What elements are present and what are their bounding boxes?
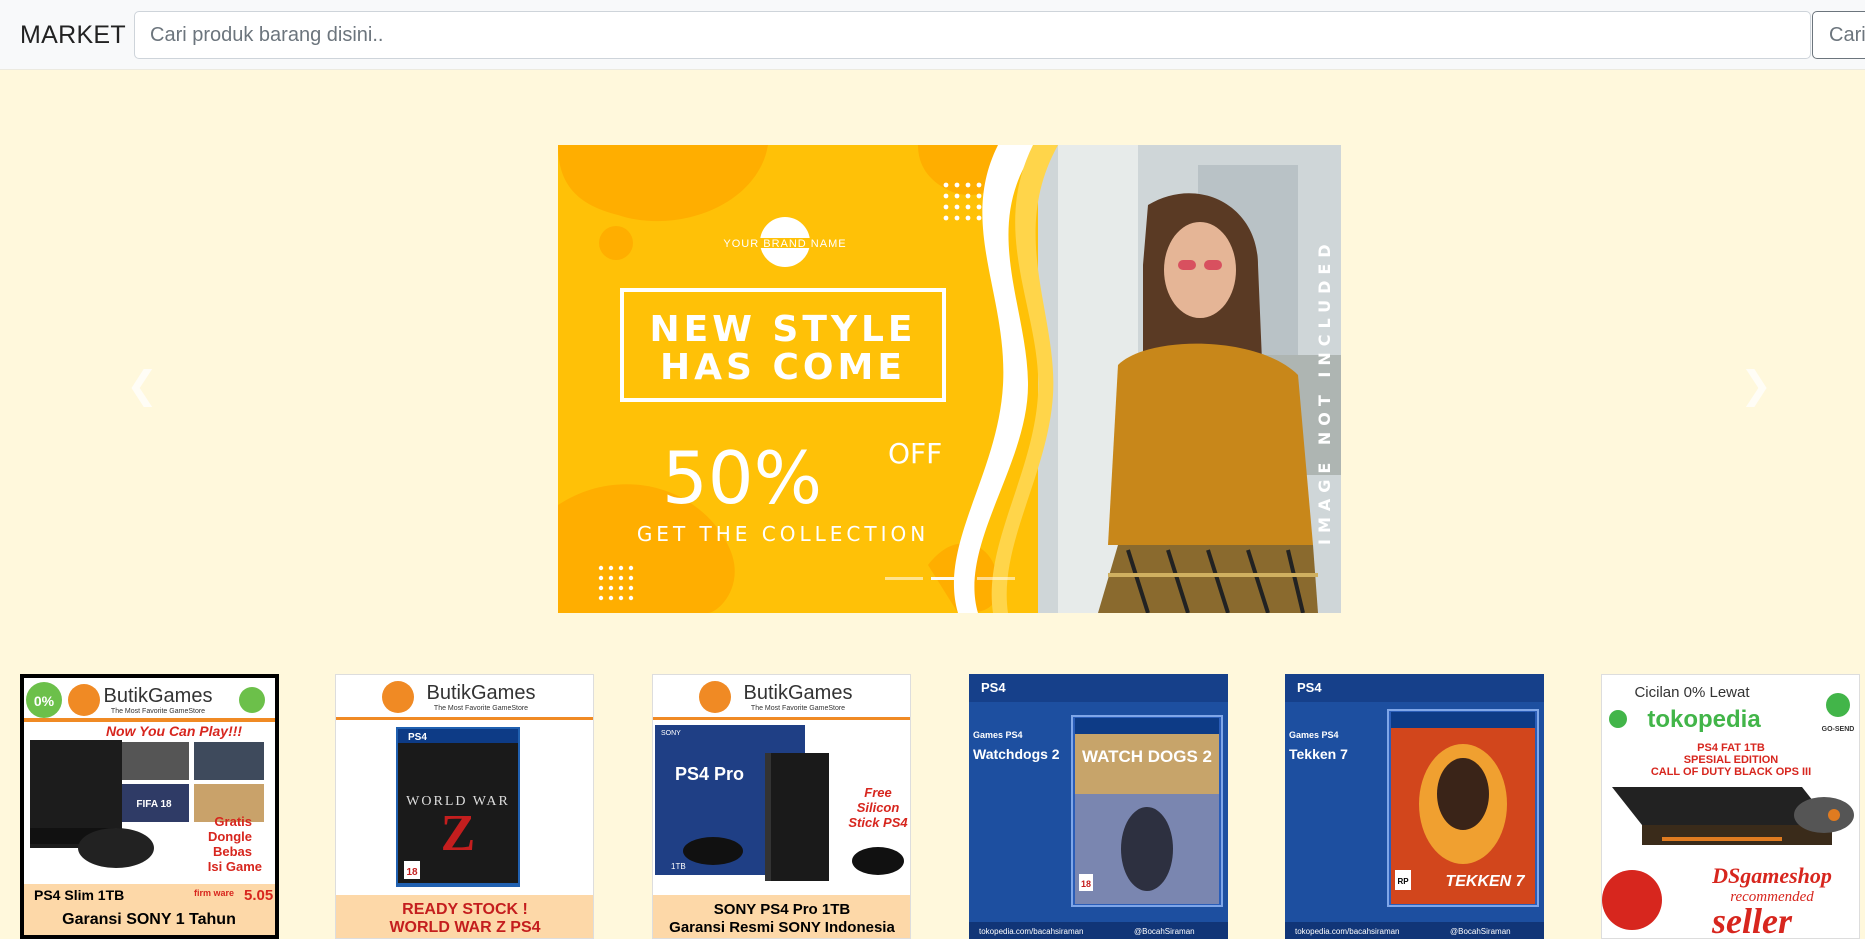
age-rating: 18 — [406, 867, 418, 878]
banner-cta: GET THE COLLECTION — [637, 522, 929, 546]
banner-headline-2: HAS COME — [660, 347, 906, 388]
label-name: Tekken 7 — [1289, 746, 1348, 762]
fifa-cover-text: FIFA 18 — [136, 799, 172, 810]
carousel-indicators — [885, 577, 1015, 580]
store-name: ButikGames — [744, 682, 853, 704]
carousel-next-button[interactable]: ❯ — [1736, 360, 1776, 410]
product-list: 0% ButikGames The Most Favorite GameStor… — [0, 674, 1865, 939]
navbar: MARKET Cari — [0, 0, 1865, 70]
product-headline: Now You Can Play!!! — [106, 723, 242, 739]
banner-carousel: ❮ YOUR BRAND NAME NEW STYLE HAS COME 50%… — [0, 70, 1865, 660]
product-card-ps4-slim[interactable]: 0% ButikGames The Most Favorite GameStor… — [20, 674, 279, 939]
banner-headline-1: NEW STYLE — [649, 309, 916, 350]
label-top: Games PS4 — [973, 730, 1023, 740]
store-tagline: The Most Favorite GameStore — [111, 708, 205, 715]
platform-label: PS4 — [408, 732, 427, 743]
label-top: Games PS4 — [1289, 730, 1339, 740]
footer-store: tokopedia.com/bacahsiraman — [979, 927, 1084, 936]
courier-label: GO-SEND — [1822, 726, 1855, 733]
product-title: PS4 Slim 1TB — [34, 887, 124, 903]
banner-image: YOUR BRAND NAME NEW STYLE HAS COME 50% O… — [558, 145, 1341, 613]
box-model: PS4 Pro — [675, 764, 744, 784]
seller-badge: seller — [1711, 901, 1793, 939]
game-letter: Z — [441, 805, 476, 862]
carousel-prev-button[interactable]: ❮ — [122, 360, 162, 410]
banner-discount: 50% — [662, 436, 822, 520]
banner-discount-suffix: OFF — [888, 437, 942, 470]
product-title: SONY PS4 Pro 1TB — [714, 901, 851, 918]
search-button[interactable]: Cari — [1812, 11, 1865, 59]
box-capacity: 1TB — [671, 862, 686, 871]
chevron-left-icon: ❮ — [126, 363, 158, 407]
store-tagline: The Most Favorite GameStore — [434, 705, 528, 712]
product-image: ButikGames The Most Favorite GameStore S… — [653, 675, 910, 938]
game-title: TEKKEN 7 — [1445, 873, 1525, 890]
bullet-2: Dongle — [208, 829, 252, 844]
footer-handle: @BocahSiraman — [1134, 927, 1195, 936]
bullet-1: Gratis — [214, 814, 252, 829]
banner-side-text: IMAGE NOT INCLUDED — [1315, 238, 1334, 545]
carousel-indicator-1[interactable] — [885, 577, 923, 580]
bullet-4: Isi Game — [208, 859, 262, 874]
store-name: ButikGames — [104, 685, 213, 707]
edition-line-3: CALL OF DUTY BLACK OPS III — [1651, 766, 1811, 778]
edition-line-2: SPESIAL EDITION — [1684, 754, 1779, 766]
store-name: ButikGames — [427, 682, 536, 704]
age-rating: RP — [1397, 877, 1409, 886]
edition-line-1: PS4 FAT 1TB — [1697, 742, 1765, 754]
carousel-slide[interactable]: YOUR BRAND NAME NEW STYLE HAS COME 50% O… — [558, 145, 1341, 613]
banner-brand-name: YOUR BRAND NAME — [723, 238, 846, 250]
product-image: PS4 Games PS4 Watchdogs 2 WATCH DOGS 2 1… — [969, 674, 1228, 939]
product-card-tekken-7[interactable]: PS4 Games PS4 Tekken 7 TEKKEN 7 RP tokop… — [1285, 674, 1544, 939]
product-image: Cicilan 0% Lewat tokopedia GO-SEND PS4 F… — [1602, 675, 1859, 939]
product-image: 0% ButikGames The Most Favorite GameStor… — [24, 678, 275, 935]
footer-store: tokopedia.com/bacahsiraman — [1295, 927, 1400, 936]
carousel-indicator-2[interactable] — [931, 577, 969, 580]
bullet-3: Bebas — [213, 844, 252, 859]
game-title: WATCH DOGS 2 — [1082, 747, 1212, 766]
store-tagline: The Most Favorite GameStore — [751, 705, 845, 712]
product-title: READY STOCK ! — [402, 901, 528, 918]
promo-line-1: Free — [864, 785, 891, 800]
platform-label: PS4 — [1297, 680, 1322, 695]
age-rating: 18 — [1081, 879, 1091, 889]
promo-line-2: Silicon — [857, 800, 900, 815]
shop-name: DSgameshop — [1711, 863, 1832, 888]
label-name: Watchdogs 2 — [973, 746, 1060, 762]
product-subtitle: Garansi SONY 1 Tahun — [62, 911, 236, 928]
marketplace-logo: tokopedia — [1647, 706, 1761, 733]
product-subtitle: Garansi Resmi SONY Indonesia — [669, 919, 895, 936]
product-image: PS4 Games PS4 Tekken 7 TEKKEN 7 RP tokop… — [1285, 674, 1544, 939]
product-card-ps4-fat-cod[interactable]: Cicilan 0% Lewat tokopedia GO-SEND PS4 F… — [1601, 674, 1860, 939]
brand-logo[interactable]: MARKET — [20, 21, 126, 50]
footer-handle: @BocahSiraman — [1450, 927, 1511, 936]
product-subtitle: WORLD WAR Z PS4 — [389, 919, 540, 936]
promo-line-3: Stick PS4 — [848, 815, 908, 830]
zero-percent-badge: 0% — [34, 693, 55, 709]
installment-text: Cicilan 0% Lewat — [1634, 684, 1750, 701]
product-card-watch-dogs-2[interactable]: PS4 Games PS4 Watchdogs 2 WATCH DOGS 2 1… — [969, 674, 1228, 939]
product-card-ps4-pro[interactable]: ButikGames The Most Favorite GameStore S… — [652, 674, 911, 939]
box-brand: SONY — [661, 730, 681, 737]
chevron-right-icon: ❯ — [1740, 363, 1772, 407]
search-input[interactable] — [134, 11, 1811, 59]
firmware-label: firm ware — [194, 888, 234, 898]
product-card-world-war-z[interactable]: ButikGames The Most Favorite GameStore P… — [335, 674, 594, 939]
carousel-indicator-3[interactable] — [977, 577, 1015, 580]
product-image: ButikGames The Most Favorite GameStore P… — [336, 675, 593, 938]
firmware-version: 5.05 — [244, 887, 273, 904]
platform-label: PS4 — [981, 680, 1006, 695]
